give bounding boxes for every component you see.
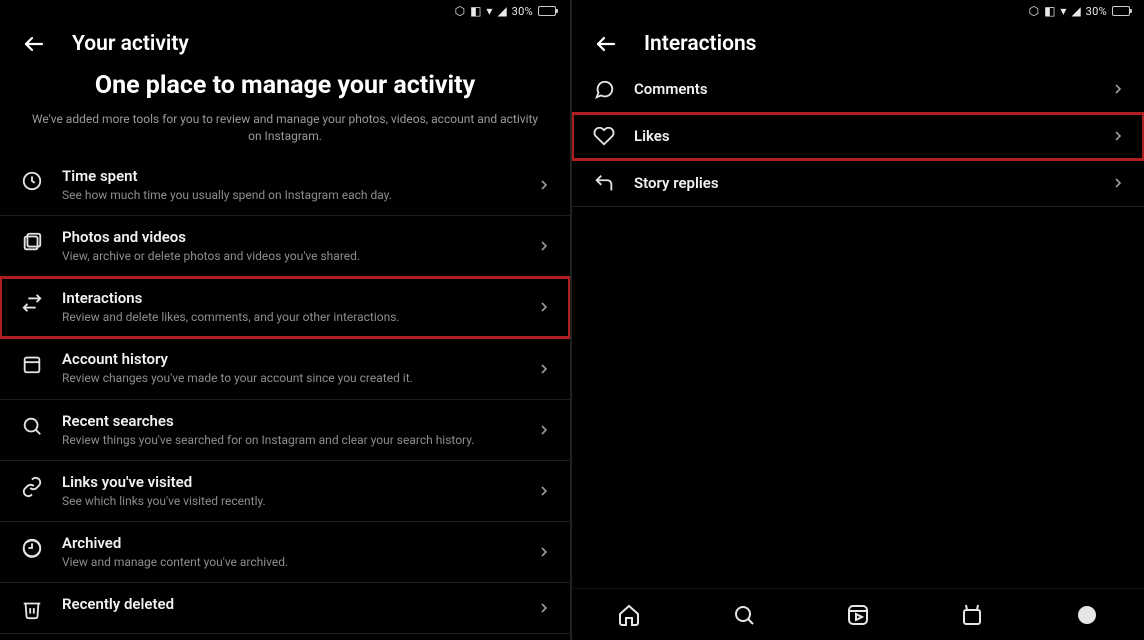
row-sub: Review and delete likes, comments, and y… [62,309,518,325]
hero: One place to manage your activity We've … [0,66,570,155]
row-archived[interactable]: Archived View and manage content you've … [0,522,570,583]
archive-icon [20,536,44,560]
nfc-icon: ◧ [470,5,481,17]
app-bar: Interactions [572,22,1144,66]
status-bar: ⬡ ◧ ▾ ◢ 30% [0,0,570,22]
activity-list: Time spent See how much time you usually… [0,155,570,634]
row-recent-searches[interactable]: Recent searches Review things you've sea… [0,400,570,461]
chevron-right-icon [536,422,552,438]
hero-subtitle: We've added more tools for you to review… [30,111,540,145]
nav-reels[interactable] [846,603,870,627]
clock-icon [20,169,44,193]
nav-search[interactable] [732,603,756,627]
row-comments[interactable]: Comments [572,66,1144,113]
search-icon [20,414,44,438]
back-button[interactable] [22,32,46,56]
status-bar: ⬡ ◧ ▾ ◢ 30% [572,0,1144,22]
row-title: Archived [62,534,518,552]
row-title: Photos and videos [62,228,518,246]
shield-icon: ⬡ [455,5,465,17]
screen-your-activity: ⬡ ◧ ▾ ◢ 30% Your activity One place to m… [0,0,572,640]
chevron-right-icon [536,600,552,616]
hero-title: One place to manage your activity [30,70,540,101]
row-title: Time spent [62,167,518,185]
page-title: Your activity [72,32,189,56]
interactions-list: Comments Likes [572,66,1144,207]
row-title: Likes [634,127,1092,145]
row-sub: See which links you've visited recently. [62,493,518,509]
chevron-right-icon [536,544,552,560]
battery-icon [538,6,556,16]
row-account-history[interactable]: Account history Review changes you've ma… [0,338,570,399]
battery-icon [1112,6,1130,16]
row-title: Recently deleted [62,595,518,613]
shield-icon: ⬡ [1029,5,1039,17]
chevron-right-icon [536,361,552,377]
signal-icon: ◢ [497,5,506,17]
photos-icon [20,230,44,254]
nav-home[interactable] [617,603,641,627]
row-sub: Review things you've searched for on Ins… [62,432,518,448]
row-recently-deleted[interactable]: Recently deleted [0,583,570,634]
row-story-replies[interactable]: Story replies [572,160,1144,207]
app-bar: Your activity [0,22,570,66]
row-sub: View, archive or delete photos and video… [62,248,518,264]
row-time-spent[interactable]: Time spent See how much time you usually… [0,155,570,216]
chevron-right-icon [1110,81,1126,97]
row-sub: View and manage content you've archived. [62,554,518,570]
signal-icon: ◢ [1071,5,1080,17]
wifi-icon: ▾ [486,5,492,17]
row-title: Comments [634,80,1092,98]
chevron-right-icon [536,238,552,254]
row-title: Interactions [62,289,518,307]
row-sub: See how much time you usually spend on I… [62,187,518,203]
interactions-icon [20,291,44,315]
battery-percent: 30% [512,5,533,18]
row-title: Account history [62,350,518,368]
chevron-right-icon [1110,128,1126,144]
battery-percent: 30% [1086,5,1107,18]
heart-icon [592,124,616,148]
row-title: Recent searches [62,412,518,430]
row-title: Story replies [634,174,1092,192]
nav-shop[interactable] [960,603,984,627]
chevron-right-icon [1110,175,1126,191]
row-likes[interactable]: Likes [572,113,1144,160]
chevron-right-icon [536,483,552,499]
row-interactions[interactable]: Interactions Review and delete likes, co… [0,277,570,338]
link-icon [20,475,44,499]
chevron-right-icon [536,177,552,193]
comment-icon [592,77,616,101]
calendar-icon [20,352,44,376]
status-icons: ⬡ ◧ ▾ ◢ 30% [1029,5,1130,18]
row-title: Links you've visited [62,473,518,491]
wifi-icon: ▾ [1060,5,1066,17]
back-button[interactable] [594,32,618,56]
status-icons: ⬡ ◧ ▾ ◢ 30% [455,5,556,18]
row-links-visited[interactable]: Links you've visited See which links you… [0,461,570,522]
nav-profile[interactable] [1075,603,1099,627]
trash-icon [20,597,44,621]
reply-icon [592,171,616,195]
row-photos-videos[interactable]: Photos and videos View, archive or delet… [0,216,570,277]
bottom-nav [572,588,1144,640]
row-sub: Review changes you've made to your accou… [62,370,518,386]
page-title: Interactions [644,32,756,56]
chevron-right-icon [536,299,552,315]
screen-interactions: ⬡ ◧ ▾ ◢ 30% Interactions Comments [572,0,1144,640]
nfc-icon: ◧ [1044,5,1055,17]
